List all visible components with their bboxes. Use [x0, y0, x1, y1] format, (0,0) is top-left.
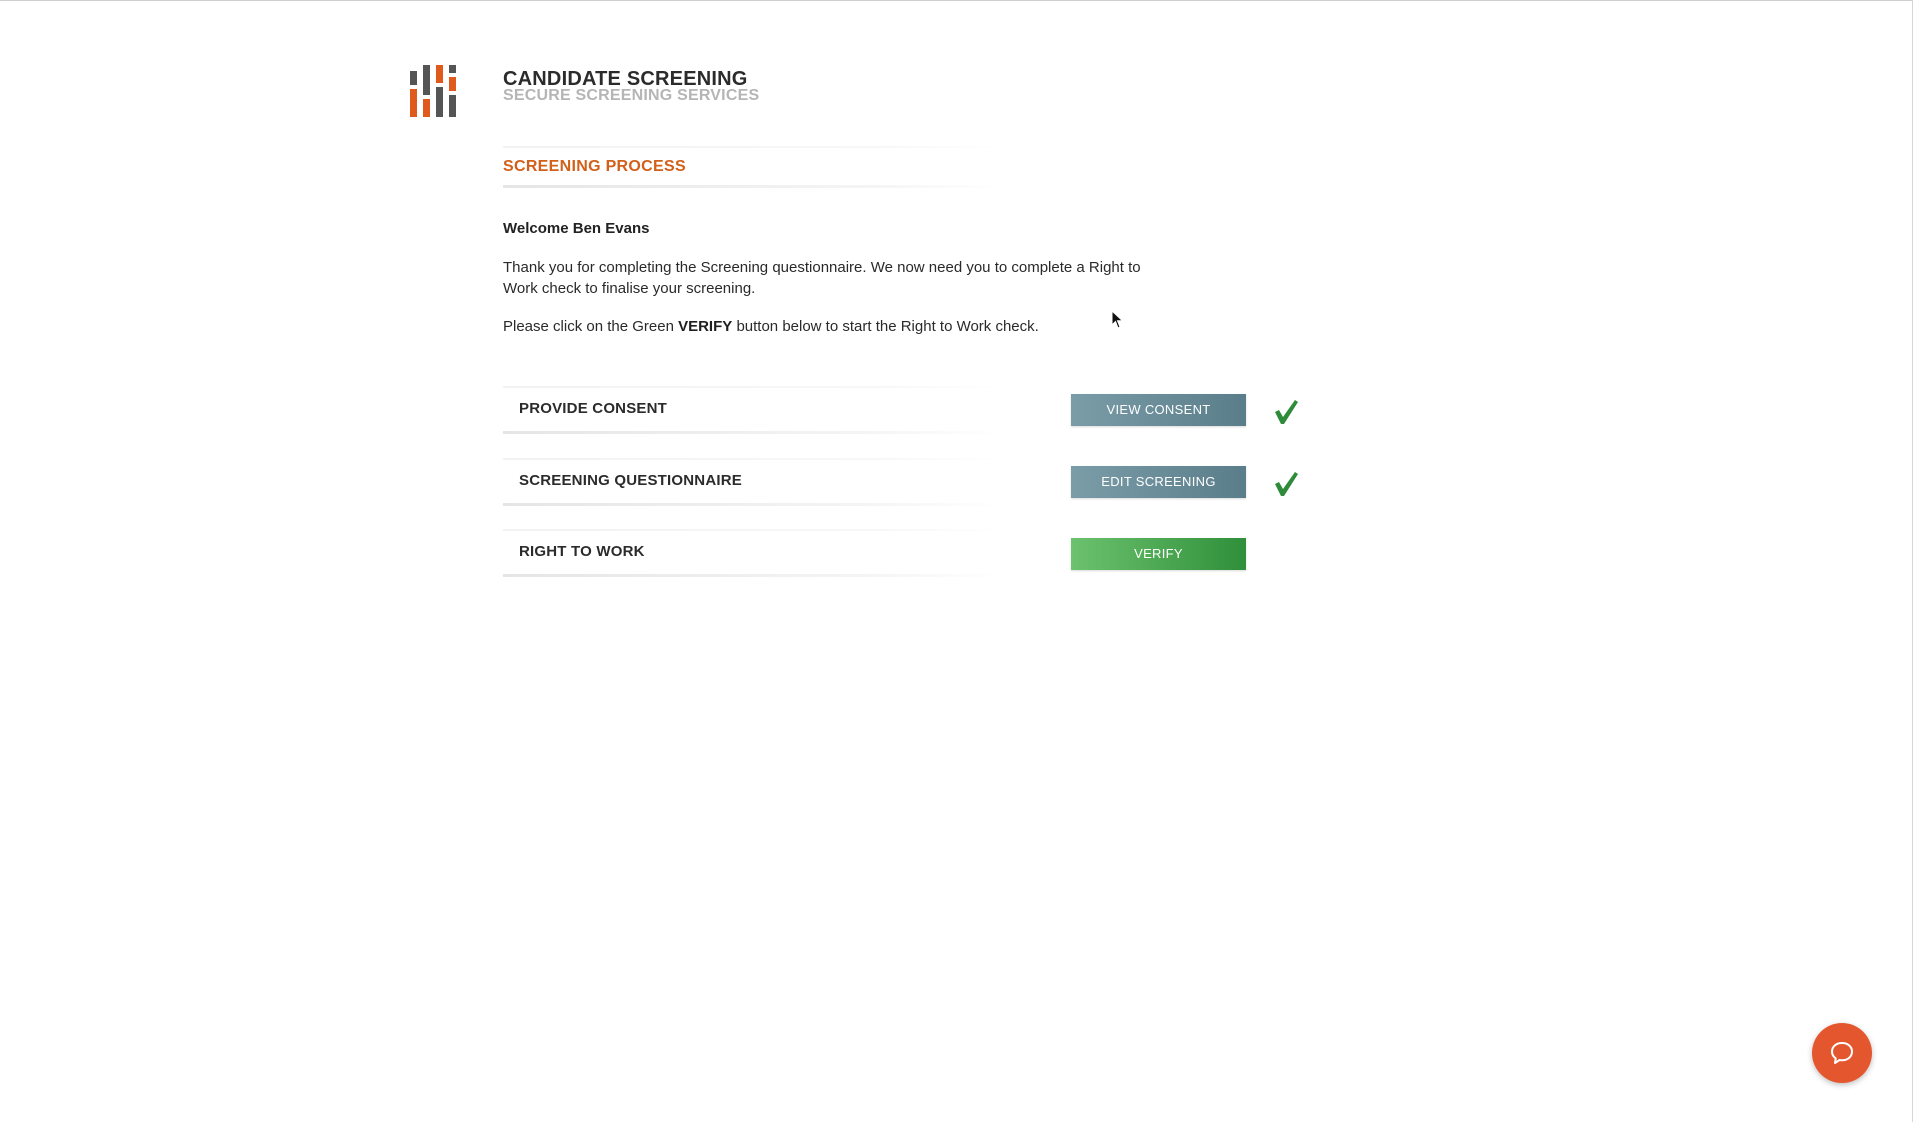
step-provide-consent: PROVIDE CONSENT	[503, 386, 1003, 434]
instruction-verify-emphasis: VERIFY	[678, 318, 733, 335]
step-label: RIGHT TO WORK	[519, 543, 645, 560]
chat-bubble-icon	[1831, 1042, 1853, 1064]
welcome-heading: Welcome Ben Evans	[503, 220, 650, 237]
instruction-text-after: button below to start the Right to Work …	[732, 318, 1039, 335]
section-header: SCREENING PROCESS	[503, 146, 1003, 188]
instruction-paragraph: Please click on the Green VERIFY button …	[503, 316, 1039, 337]
help-chat-button[interactable]	[1812, 1023, 1872, 1083]
instruction-text-before: Please click on the Green	[503, 318, 679, 335]
divider	[503, 146, 1003, 148]
bar-grid-logo-icon	[410, 65, 456, 117]
step-screening-questionnaire: SCREENING QUESTIONNAIRE	[503, 458, 1003, 506]
divider	[503, 458, 1003, 460]
checkmark-icon	[1275, 400, 1298, 424]
checkmark-icon	[1275, 472, 1298, 496]
section-title: SCREENING PROCESS	[503, 158, 686, 175]
intro-paragraph: Thank you for completing the Screening q…	[503, 259, 1141, 297]
divider	[503, 574, 1003, 577]
divider	[503, 503, 1003, 506]
divider	[503, 529, 1003, 531]
divider	[503, 386, 1003, 388]
step-right-to-work: RIGHT TO WORK	[503, 529, 1003, 577]
verify-button[interactable]: VERIFY	[1071, 538, 1246, 570]
page: CANDIDATE SCREENING SECURE SCREENING SER…	[0, 0, 1913, 1122]
step-label: SCREENING QUESTIONNAIRE	[519, 472, 742, 489]
divider	[503, 185, 1003, 188]
edit-screening-button[interactable]: EDIT SCREENING	[1071, 466, 1246, 498]
mouse-cursor-icon	[1111, 310, 1124, 329]
divider	[503, 431, 1003, 434]
step-label: PROVIDE CONSENT	[519, 400, 668, 417]
brand-subtitle: SECURE SCREENING SERVICES	[503, 87, 760, 104]
view-consent-button[interactable]: VIEW CONSENT	[1071, 394, 1246, 426]
